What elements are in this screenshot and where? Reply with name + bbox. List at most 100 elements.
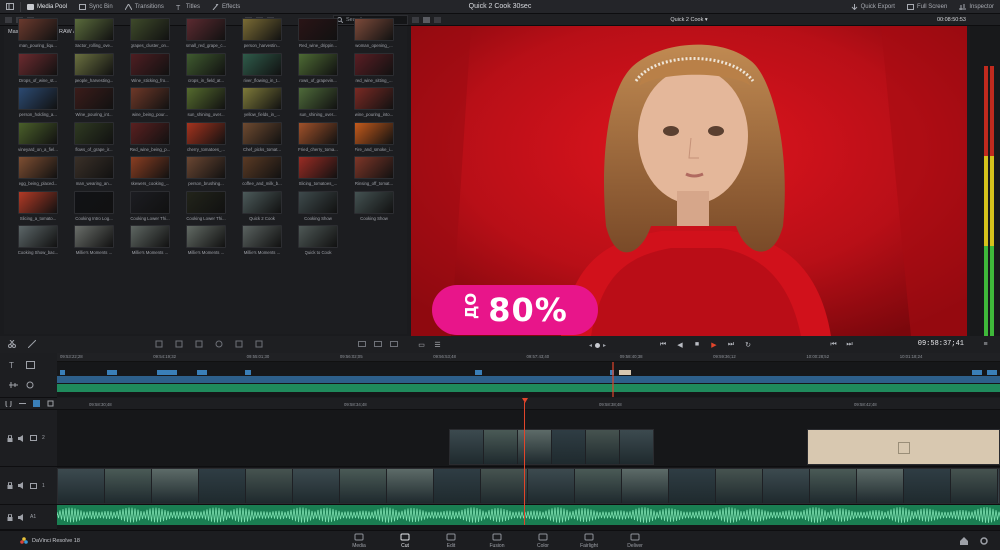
effects-tab[interactable]: Effects <box>206 0 246 14</box>
media-clip[interactable]: small_red_grape_c... <box>178 18 234 53</box>
dual-view-icon[interactable] <box>390 340 398 348</box>
media-clip[interactable]: coffee_and_milk_b... <box>234 156 290 191</box>
media-clip[interactable]: Wine_pouring_int... <box>66 87 122 122</box>
timeline-name[interactable]: Quick 2 Cook ▾ <box>411 14 967 26</box>
speaker-icon[interactable] <box>18 513 25 521</box>
source-overwrite-icon[interactable] <box>255 340 263 348</box>
media-clip[interactable]: person_harvestin... <box>234 18 290 53</box>
media-clip[interactable]: Rinsing_off_tomat... <box>346 156 402 191</box>
safe-area-icon[interactable] <box>358 340 366 348</box>
media-clip[interactable]: person_brushing... <box>178 156 234 191</box>
loop-icon[interactable]: ↻ <box>744 340 753 349</box>
media-clip[interactable]: Cooking Lower Thi... <box>122 190 178 226</box>
media-clip[interactable]: man_pouring_liqu... <box>10 18 66 53</box>
scissors-icon[interactable] <box>8 340 16 348</box>
media-clip[interactable]: cherry_tomatoes_... <box>178 121 234 157</box>
media-clip[interactable]: sun_shining_over... <box>290 87 346 122</box>
snapping-icon[interactable] <box>5 400 12 407</box>
page-tab-color[interactable]: Color <box>521 533 565 549</box>
media-clip[interactable]: Millie's Moments ... <box>122 225 178 260</box>
transitions-tab[interactable]: Transitions <box>119 0 170 14</box>
media-clip[interactable]: river_flowing_in_t... <box>234 52 290 88</box>
media-clip[interactable]: Fire_and_smoke_i... <box>346 121 402 157</box>
media-clip[interactable]: Millie's Moments ... <box>234 225 290 260</box>
media-clip[interactable]: skewers_cooking_... <box>122 156 178 191</box>
lock-icon[interactable] <box>7 513 13 521</box>
media-clip[interactable]: Drops_of_wine_st... <box>10 52 66 88</box>
media-clip[interactable]: egg_being_placed... <box>10 156 66 191</box>
ripple-overwrite-icon[interactable] <box>195 340 203 348</box>
title-tool-icon[interactable]: T <box>9 361 18 369</box>
page-tab-fairlight[interactable]: Fairlight <box>567 533 611 549</box>
media-clip[interactable]: Slicing_tomatoes_... <box>290 156 346 191</box>
lock-icon[interactable] <box>7 434 13 442</box>
media-clip[interactable]: Cooking Intro Log... <box>66 190 122 226</box>
inspector-button[interactable]: Inspector <box>953 0 1000 14</box>
media-pool-tab[interactable]: Media Pool <box>21 0 73 14</box>
media-clip[interactable]: tractor_rolling_ove... <box>66 18 122 53</box>
media-clip[interactable]: Millie's Moments ... <box>178 225 234 260</box>
home-icon[interactable] <box>960 537 968 545</box>
jog-control[interactable]: ◂ ▸ <box>589 342 606 349</box>
media-clip[interactable]: yellow_fields_in_... <box>234 87 290 122</box>
timeline-tracks[interactable] <box>56 398 1000 530</box>
page-tab-cut[interactable]: Cut <box>383 533 427 549</box>
mini-timeline-ruler[interactable]: 09:53:22;28 09:54:19;32 09:55:01;30 09:56:0… <box>57 353 1000 362</box>
titles-tab[interactable]: T Titles <box>170 0 206 14</box>
blade-icon[interactable] <box>28 340 36 348</box>
media-clip[interactable]: wine_being_pour... <box>122 87 178 122</box>
smart-insert-icon[interactable] <box>155 340 163 348</box>
title-clip-v2[interactable] <box>807 429 1000 465</box>
sync-bin-tab[interactable]: Sync Bin <box>73 0 119 14</box>
media-clip[interactable]: Red_wine_drippin... <box>290 18 346 53</box>
page-tab-edit[interactable]: Edit <box>429 533 473 549</box>
media-clip[interactable]: Quick to Cook <box>290 225 346 260</box>
mark-in-icon[interactable]: ⏮ <box>829 340 838 349</box>
media-clip[interactable]: vineyard_on_a_fiel... <box>10 121 66 157</box>
play-icon[interactable]: ▶ <box>710 340 719 349</box>
zoom-tool-icon[interactable] <box>26 381 35 389</box>
media-clip[interactable]: wine_pouring_into... <box>346 87 402 122</box>
media-clip[interactable]: crops_in_field_at... <box>178 52 234 88</box>
layout-toggle-button[interactable] <box>0 0 20 14</box>
media-clip[interactable]: sun_shining_over... <box>178 87 234 122</box>
media-clip[interactable]: Cooking Show <box>346 190 402 226</box>
project-settings-icon[interactable] <box>980 537 988 545</box>
media-clip[interactable]: Millie's Moments ... <box>66 225 122 260</box>
clip-view-icon[interactable] <box>374 340 382 348</box>
media-clip[interactable]: Cooking Show <box>290 190 346 226</box>
audio-tool-icon[interactable] <box>9 381 18 389</box>
quick-export-button[interactable]: Quick Export <box>845 0 901 14</box>
mark-out-icon[interactable]: ⏭ <box>845 340 854 349</box>
playhead-marker[interactable] <box>522 398 528 404</box>
media-clip[interactable]: Red_wine_being_p... <box>122 121 178 157</box>
lock-zoom-icon[interactable] <box>33 400 40 407</box>
media-clip[interactable]: Slicing_a_tomato... <box>10 190 66 226</box>
media-clip[interactable]: person_holding_a... <box>10 87 66 122</box>
playhead[interactable] <box>524 402 525 525</box>
place-on-top-icon[interactable] <box>235 340 243 348</box>
media-clip[interactable]: Fried_cherry_toma... <box>290 121 346 157</box>
audio-clip-a1[interactable] <box>56 505 1000 525</box>
media-clip[interactable]: Cooking Lower Thi... <box>178 190 234 226</box>
page-tab-deliver[interactable]: Deliver <box>613 533 657 549</box>
speaker-icon[interactable] <box>18 434 25 442</box>
media-clip[interactable]: grapes_cluster_on... <box>122 18 178 53</box>
page-tab-fusion[interactable]: Fusion <box>475 533 519 549</box>
video-clip-v2[interactable] <box>449 429 654 465</box>
trim-icon[interactable]: ▭ <box>417 340 426 349</box>
media-clip[interactable]: Cooking Show_bac... <box>10 225 66 260</box>
monitor-icon[interactable] <box>30 435 37 441</box>
page-tab-media[interactable]: Media <box>337 533 381 549</box>
close-up-icon[interactable] <box>215 340 223 348</box>
monitor-icon[interactable] <box>30 482 37 489</box>
media-clip[interactable]: Quick 2 Cook <box>234 190 290 226</box>
mini-timeline[interactable] <box>57 362 1000 397</box>
go-to-start-icon[interactable]: ⏮ <box>659 340 668 349</box>
media-clip[interactable]: man_wearing_an... <box>66 156 122 191</box>
append-icon[interactable] <box>175 340 183 348</box>
viewer-monitor[interactable]: ДО 80% <box>411 26 967 336</box>
speaker-icon[interactable] <box>18 482 25 489</box>
viewer-options-icon[interactable]: ≡ <box>981 340 990 349</box>
track-height-icon[interactable] <box>47 400 54 407</box>
